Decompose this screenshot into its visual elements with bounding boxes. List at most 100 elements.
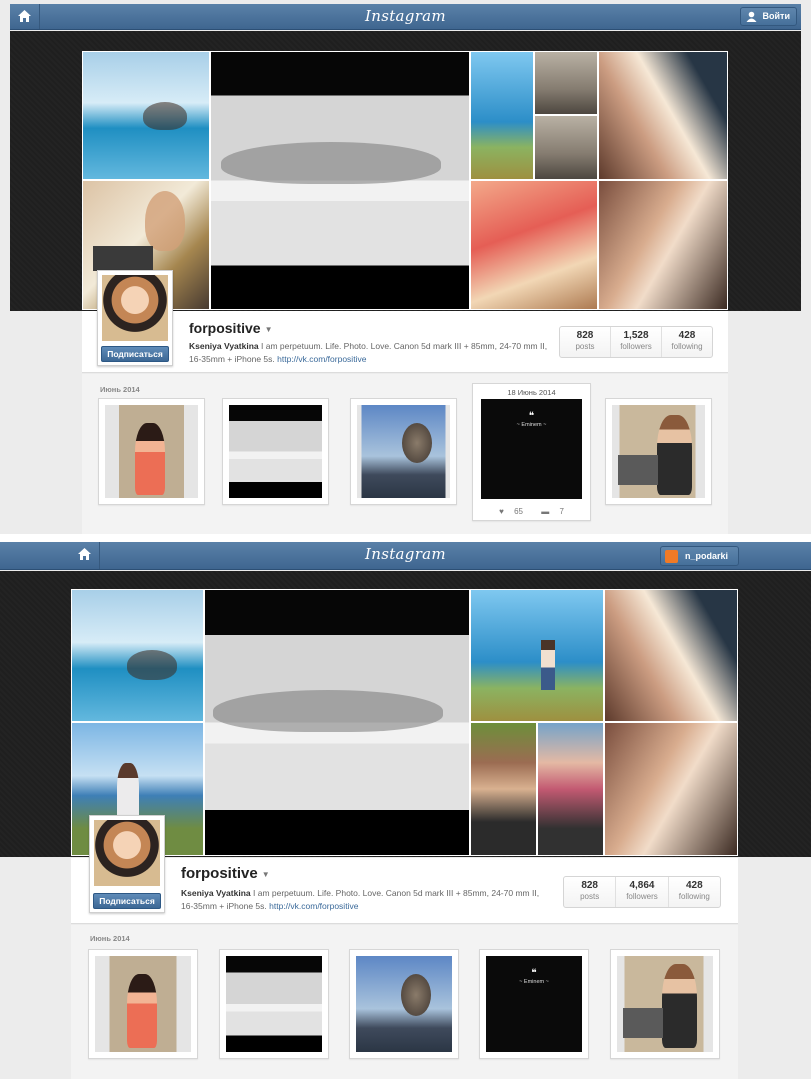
profile-link[interactable]: http://vk.com/forpositive [269, 901, 358, 911]
photo-thumbnail[interactable] [349, 949, 459, 1059]
comment-icon: ▬ [541, 507, 550, 516]
photo-image [617, 956, 713, 1052]
screenshot-top: Instagram Войти forpositive ▼ Kseniya Vya… [0, 0, 811, 534]
profile-username[interactable]: forpositive ▼ [189, 320, 273, 336]
avatar[interactable] [94, 820, 160, 886]
stat-label: posts [580, 892, 600, 901]
photo-image [357, 405, 450, 498]
profile-stats: 828 posts 1,528 followers 428 following [559, 326, 713, 358]
screenshot-bottom: Instagram n_podarki forpositive ▼ Kseniya… [0, 542, 811, 1079]
mosaic-photo[interactable] [537, 722, 604, 856]
avatar[interactable] [102, 275, 168, 341]
photo-image [226, 956, 322, 1052]
photo-thumbnail[interactable] [605, 398, 712, 505]
photo-image [229, 405, 322, 498]
user-menu-label: n_podarki [684, 551, 728, 561]
month-heading: Июнь 2014 [90, 934, 130, 943]
mosaic-photo[interactable] [470, 722, 537, 856]
mosaic-photo[interactable] [604, 589, 738, 722]
photo-meta: ♥ 65 ▬ 7 [473, 507, 590, 516]
quote-author: ~ Eminem ~ [516, 422, 547, 428]
photo-thumbnail[interactable] [219, 949, 329, 1059]
comments[interactable]: ▬ 7 [537, 507, 568, 516]
photo-image [612, 405, 705, 498]
photo-mosaic [82, 51, 728, 310]
photo-image [356, 956, 452, 1052]
full-name: Kseniya Vyatkina [181, 888, 251, 898]
username-text: forpositive [189, 320, 261, 336]
stat-followers[interactable]: 4,864 followers [615, 877, 667, 907]
stat-number: 828 [581, 880, 598, 891]
instagram-logo[interactable]: Instagram [10, 7, 801, 25]
mosaic-photo[interactable] [534, 115, 598, 180]
stat-label: followers [626, 892, 658, 901]
chevron-down-icon[interactable]: ▼ [265, 325, 273, 334]
stat-number: 1,528 [623, 330, 649, 341]
follow-button[interactable]: Подписаться [93, 893, 161, 909]
mosaic-photo[interactable] [598, 180, 728, 310]
login-button[interactable]: Войти [739, 7, 797, 26]
photo-thumbnail[interactable] [610, 949, 720, 1059]
mosaic-photo[interactable] [598, 51, 728, 180]
user-menu-button[interactable]: n_podarki [659, 546, 739, 566]
photo-feed: Июнь 2014 18 Июнь 2014 ❝ ~ Eminem ~ ♥ 65… [82, 374, 728, 534]
photo-thumbnail[interactable]: ❝ ~ Eminem ~ [479, 949, 589, 1059]
photo-feed: Июнь 2014 ❝ ~ Eminem ~ [71, 925, 738, 1079]
profile-avatar: Подписаться [89, 815, 165, 913]
mosaic-photo[interactable] [210, 51, 470, 310]
likes-count: 65 [514, 507, 523, 516]
quote-author: ~ Eminem ~ [519, 979, 549, 985]
photo-mosaic [71, 589, 738, 856]
photo-date: 18 Июнь 2014 [507, 388, 556, 397]
photo-thumbnail[interactable] [222, 398, 329, 505]
top-bar: Instagram Войти [10, 4, 801, 30]
login-label: Войти [762, 11, 790, 21]
quote-mark-icon: ❝ [528, 411, 535, 422]
top-bar: Instagram n_podarki [0, 542, 811, 570]
photo-image: ❝ ~ Eminem ~ [486, 956, 582, 1052]
profile-bio: Kseniya Vyatkina I am perpetuum. Life. P… [189, 340, 549, 366]
photo-thumbnail[interactable] [88, 949, 198, 1059]
stat-number: 428 [685, 880, 703, 891]
mosaic-photo[interactable] [470, 180, 598, 310]
comments-count: 7 [559, 507, 564, 516]
username-text: forpositive [181, 865, 258, 882]
profile-stats: 828 posts 4,864 followers 428 following [563, 876, 721, 908]
mosaic-photo[interactable] [470, 589, 604, 722]
mosaic-photo[interactable] [604, 722, 738, 856]
profile-link[interactable]: http://vk.com/forpositive [277, 354, 366, 364]
mosaic-photo[interactable] [71, 589, 204, 722]
full-name: Kseniya Vyatkina [189, 341, 259, 351]
heart-icon: ♥ [499, 507, 504, 516]
stat-followers[interactable]: 1,528 followers [610, 327, 661, 357]
stat-number: 4,864 [629, 880, 655, 891]
profile-avatar: Подписаться [97, 270, 173, 366]
mosaic-photo[interactable] [82, 51, 210, 180]
user-icon [746, 11, 757, 22]
chevron-down-icon[interactable]: ▼ [262, 870, 270, 879]
mosaic-photo[interactable] [204, 589, 470, 856]
quote-mark-icon: ❝ [531, 968, 537, 979]
stat-label: following [678, 892, 710, 901]
photo-thumbnail[interactable] [350, 398, 457, 505]
stat-label: followers [620, 342, 652, 351]
photo-image [105, 405, 198, 498]
stat-posts[interactable]: 828 posts [564, 877, 615, 907]
mosaic-photo[interactable] [534, 51, 598, 115]
stat-label: following [671, 342, 703, 351]
photo-thumbnail[interactable] [98, 398, 205, 505]
photo-card-highlight[interactable]: 18 Июнь 2014 ❝ ~ Eminem ~ ♥ 65 ▬ 7 [472, 383, 591, 521]
photo-image: ❝ ~ Eminem ~ [481, 399, 582, 499]
stat-posts[interactable]: 828 posts [560, 327, 610, 357]
stat-label: posts [575, 342, 595, 351]
month-heading: Июнь 2014 [100, 385, 140, 394]
stat-number: 428 [678, 330, 696, 341]
profile-bio: Kseniya Vyatkina I am perpetuum. Life. P… [181, 887, 541, 913]
mosaic-photo[interactable] [470, 51, 534, 180]
profile-username[interactable]: forpositive ▼ [181, 865, 270, 882]
likes[interactable]: ♥ 65 [495, 507, 527, 516]
stat-following[interactable]: 428 following [661, 327, 712, 357]
follow-button[interactable]: Подписаться [101, 346, 169, 362]
photo-image [95, 956, 191, 1052]
stat-following[interactable]: 428 following [667, 877, 720, 907]
